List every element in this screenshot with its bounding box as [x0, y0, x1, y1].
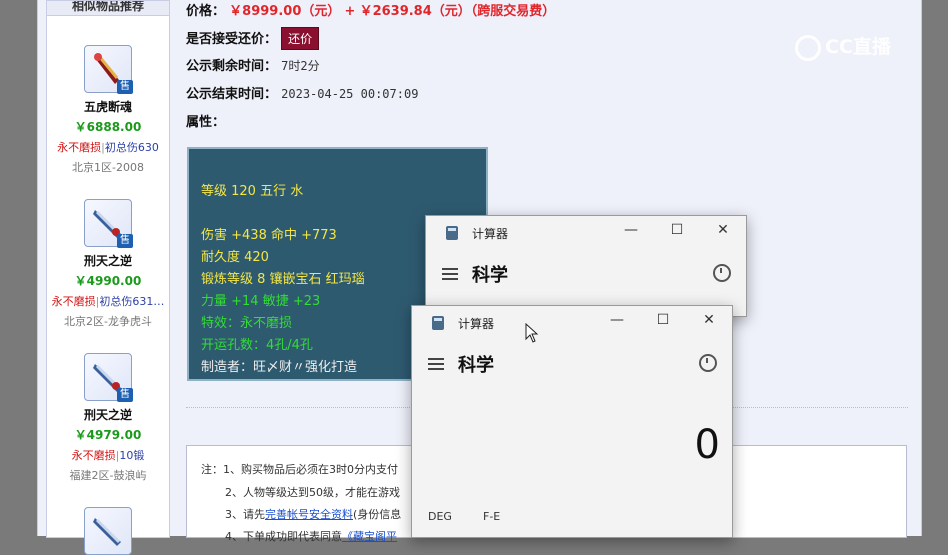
mode-title: 科学	[472, 265, 508, 286]
remain-row: 公示剩余时间： 7时2分	[186, 55, 320, 74]
item-name[interactable]: 刑天之逆	[47, 406, 169, 423]
item-name[interactable]: 五虎断魂	[47, 98, 169, 115]
weapon-icon[interactable]	[84, 507, 132, 555]
attr-effect: 特效：永不磨损	[201, 316, 293, 331]
cross-server-fee: ￥2639.84（元）（跨服交易费）	[359, 4, 556, 19]
attr-row: 属性：	[186, 111, 225, 130]
weapon-icon[interactable]: 售	[84, 199, 133, 248]
calculator-window-back[interactable]: 计算器 — ☐ ✕ 科学	[425, 215, 747, 317]
end-label: 公示结束时间：	[186, 87, 278, 102]
minimize-button[interactable]: —	[606, 312, 628, 328]
similar-item[interactable]: 售 刑天之逆 ￥4990.00 永不磨损|初总伤631… 北京2区-龙争虎斗	[47, 199, 169, 329]
close-button[interactable]: ✕	[712, 222, 734, 238]
price-row: 价格： ￥8999.00（元） + ￥2639.84（元）（跨服交易费）	[186, 0, 555, 19]
attr-level: 等级 120 五行 水	[201, 184, 304, 199]
window-title: 计算器	[458, 317, 495, 331]
sidebar-header: 相似物品推荐	[47, 1, 169, 16]
end-value: 2023-04-25 00:07:09	[281, 87, 419, 101]
deg-toggle[interactable]: DEG	[428, 510, 452, 523]
window-title: 计算器	[472, 227, 509, 241]
remain-value: 7时2分	[281, 59, 320, 73]
end-row: 公示结束时间： 2023-04-25 00:07:09	[186, 83, 418, 102]
sale-badge: 售	[117, 234, 133, 248]
hamburger-menu-icon[interactable]	[428, 358, 444, 373]
weapon-icon[interactable]: 售	[84, 45, 133, 94]
hamburger-menu-icon[interactable]	[442, 268, 458, 283]
calculator-window-front[interactable]: 计算器 — ☐ ✕ 科学 0 DEG F-E	[411, 305, 733, 538]
maximize-button[interactable]: ☐	[666, 222, 688, 238]
minimize-button[interactable]: —	[620, 222, 642, 238]
item-price: ￥4990.00	[74, 274, 142, 288]
attr-refine: 锻炼等级 8 镶嵌宝石 红玛瑙	[201, 272, 365, 287]
sale-badge: 售	[117, 80, 133, 94]
result-display: 0	[694, 422, 720, 468]
close-button[interactable]: ✕	[698, 312, 720, 328]
history-icon[interactable]	[713, 264, 731, 282]
item-attrs: 永不磨损|初总伤630	[57, 141, 159, 154]
price-value: ￥8999.00（元）	[229, 4, 341, 19]
item-attrs: 永不磨损|初总伤631…	[51, 295, 165, 308]
sale-badge: 售	[117, 388, 133, 402]
attr-damage: 伤害 +438 命中 +773	[201, 228, 337, 243]
similar-item[interactable]: 售 刑天之逆 ￥4979.00 永不磨损|10锻 福建2区-鼓浪屿	[47, 353, 169, 483]
fe-toggle[interactable]: F-E	[483, 510, 500, 523]
item-price: ￥6888.00	[74, 120, 142, 134]
item-attrs: 永不磨损|10锻	[71, 449, 145, 462]
similar-item[interactable]	[47, 507, 169, 555]
attr-maker: 制造者：旺〆财〃强化打造	[201, 360, 358, 375]
attr-label: 属性：	[186, 115, 226, 130]
bargain-button[interactable]: 还价	[281, 27, 320, 50]
remain-label: 公示剩余时间：	[186, 59, 278, 74]
mode-title: 科学	[458, 355, 494, 376]
similar-items-sidebar: 相似物品推荐 售 五虎断魂 ￥6888.00 永不磨损|初总伤630 北京1区-…	[46, 0, 170, 555]
bargain-label: 是否接受还价：	[186, 32, 278, 47]
cc-live-watermark: CC直播	[795, 32, 891, 61]
item-price: ￥4979.00	[74, 428, 142, 442]
price-label: 价格：	[186, 4, 226, 19]
bargain-row: 是否接受还价： 还价	[186, 27, 320, 50]
maximize-button[interactable]: ☐	[652, 312, 674, 328]
item-name[interactable]: 刑天之逆	[47, 252, 169, 269]
note-2: 2、人物等级达到50级，才能在游戏	[225, 486, 400, 499]
attr-durability: 耐久度 420	[201, 250, 269, 265]
similar-item[interactable]: 售 五虎断魂 ￥6888.00 永不磨损|初总伤630 北京1区-2008	[47, 45, 169, 175]
item-server: 北京1区-2008	[72, 161, 144, 174]
weapon-icon[interactable]: 售	[84, 353, 133, 402]
plus-sign: +	[344, 4, 356, 19]
security-link[interactable]: 完善帐号安全资料	[265, 508, 353, 521]
attr-stats: 力量 +14 敏捷 +23	[201, 294, 321, 309]
history-icon[interactable]	[699, 354, 717, 372]
calculator-app-icon	[432, 316, 444, 330]
item-server: 福建2区-鼓浪屿	[69, 469, 147, 482]
cc-logo-icon	[795, 34, 821, 61]
item-server: 北京2区-龙争虎斗	[64, 315, 152, 328]
attr-holes: 开运孔数：4孔/4孔	[201, 338, 313, 353]
note-1: 注：1、购买物品后必须在3时0分内支付	[201, 463, 398, 476]
note-4: 4、下单成功即代表同意《藏宝阁平	[225, 530, 397, 543]
mouse-cursor-icon	[525, 323, 539, 343]
agreement-link[interactable]: 《藏宝阁平	[342, 530, 397, 543]
note-3: 3、请先完善帐号安全资料(身份信息	[225, 508, 402, 521]
calculator-app-icon	[446, 226, 458, 240]
